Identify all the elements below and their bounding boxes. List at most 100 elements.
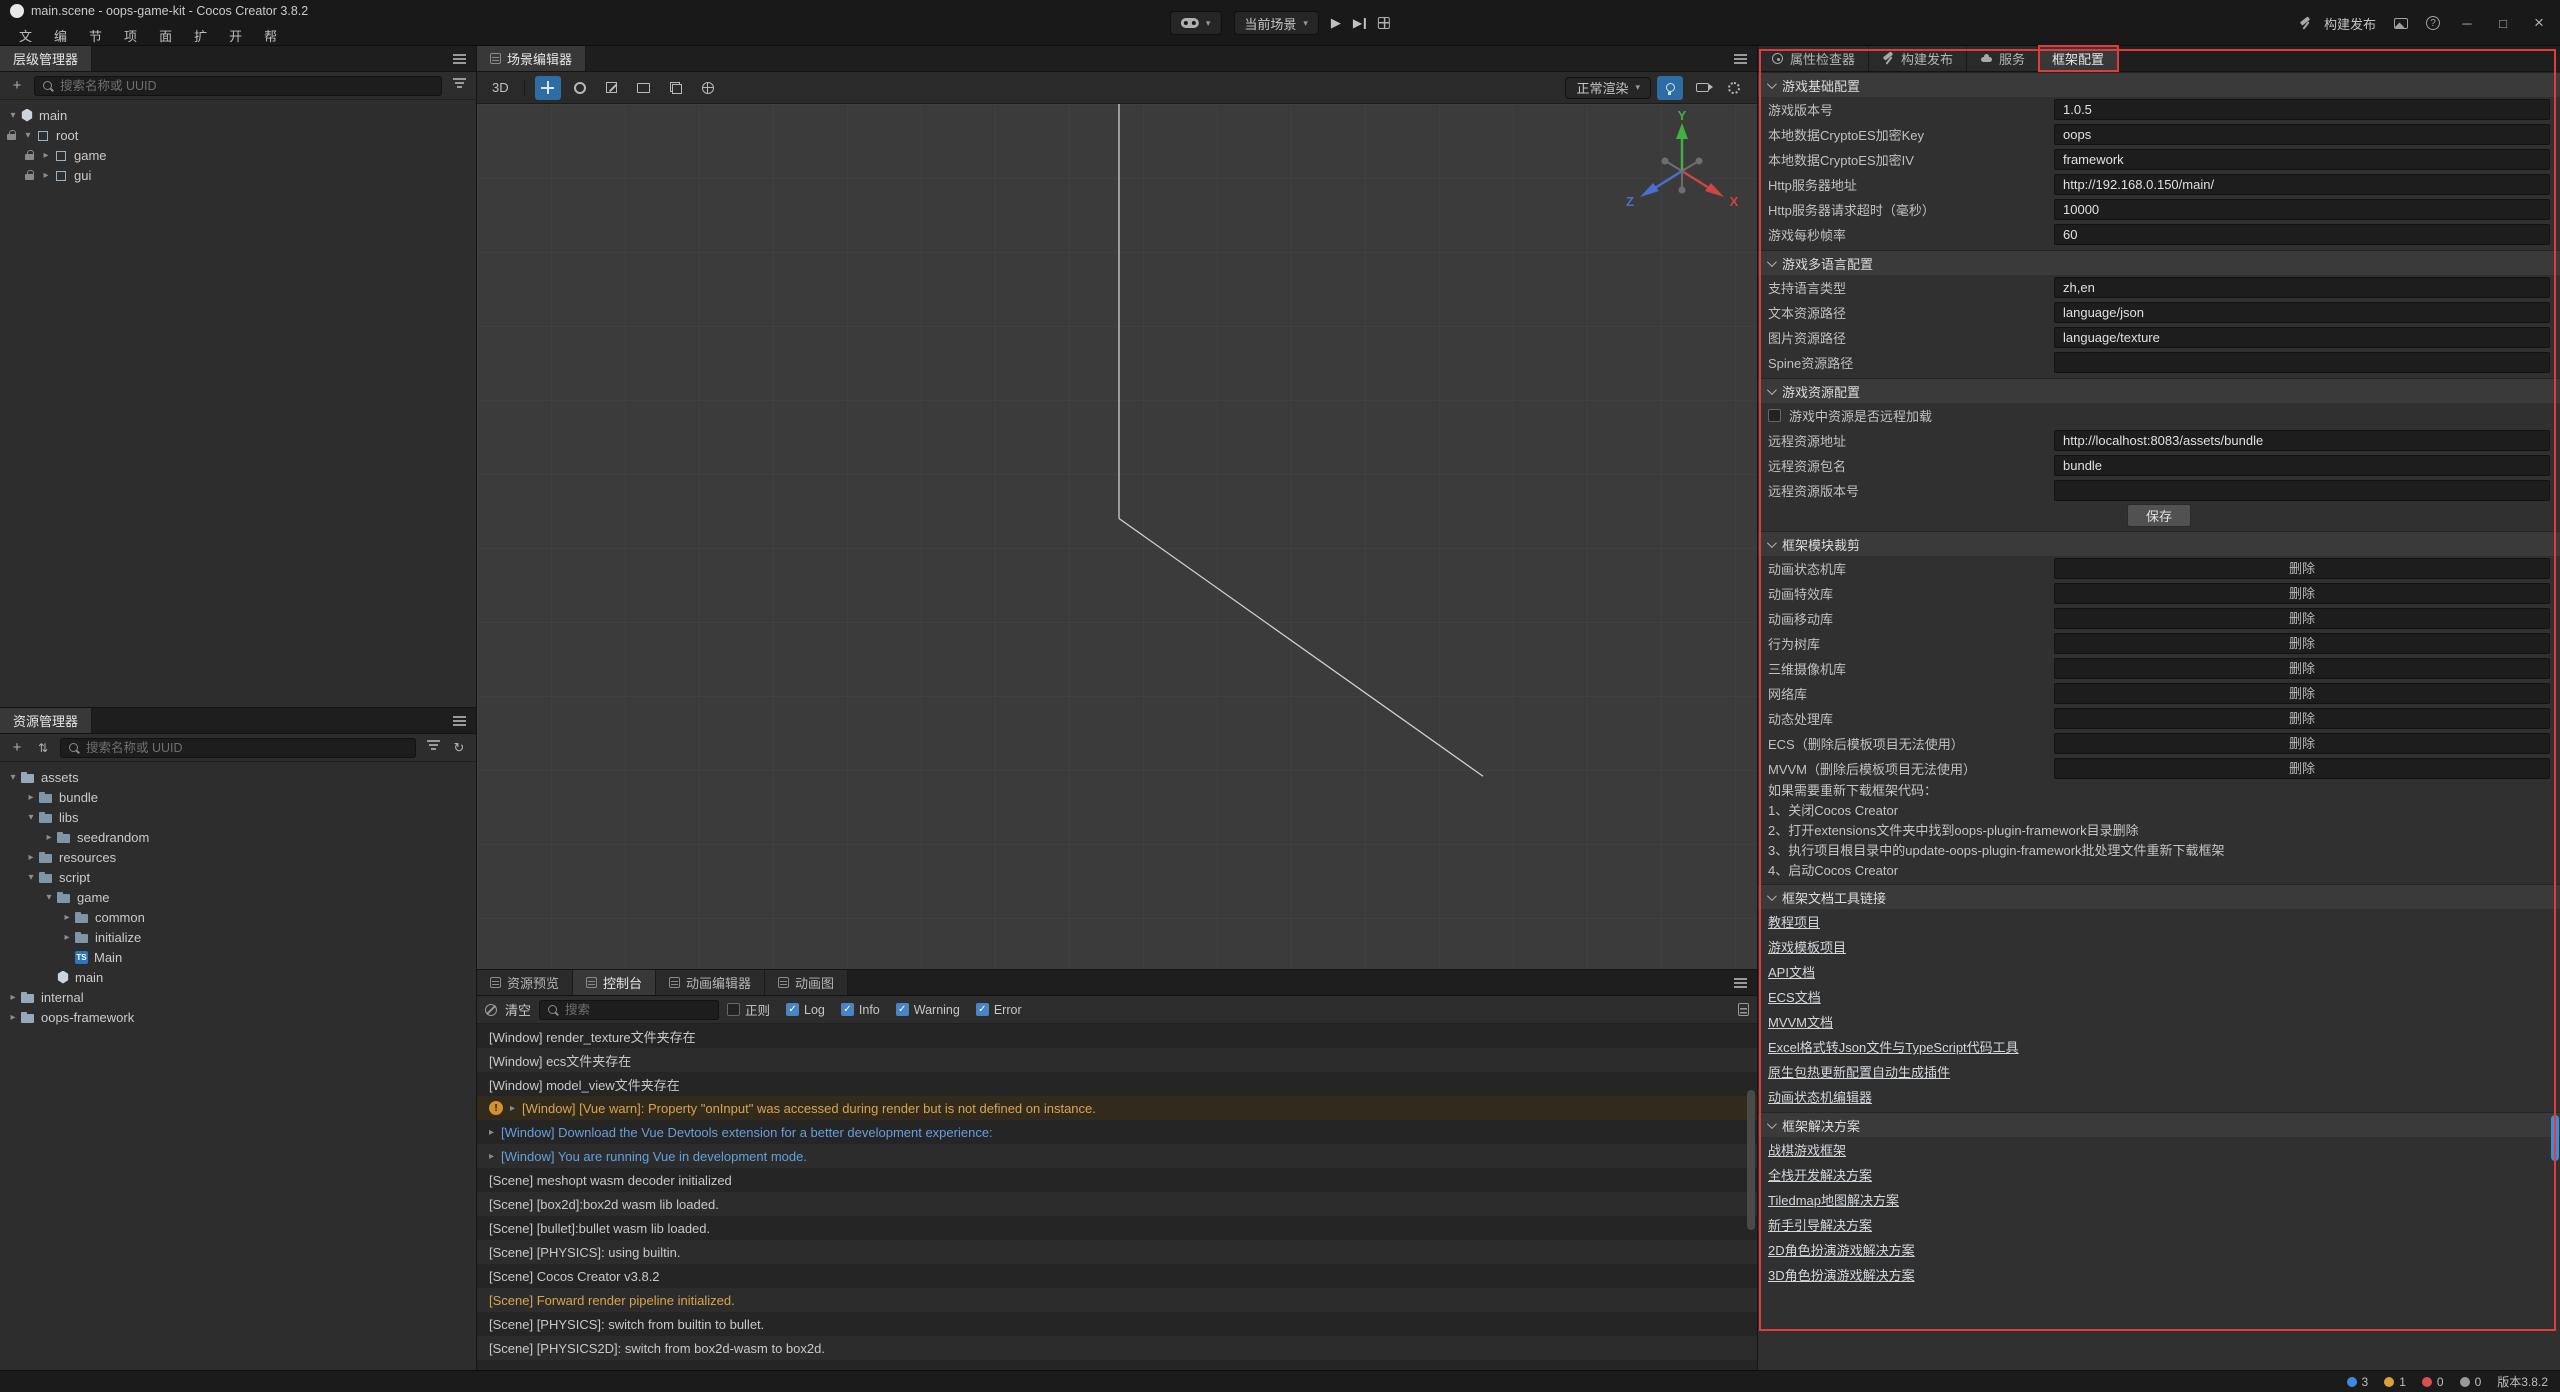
tree-row[interactable]: ▸resources <box>0 847 476 867</box>
console-scrollbar[interactable] <box>1747 1090 1755 1230</box>
log-row[interactable]: [Scene] [PHYSICS2D]: switch from box2d-w… <box>477 1336 1757 1360</box>
expand-arrow-icon[interactable]: ▸ <box>24 852 38 863</box>
console-tab[interactable]: 动画编辑器 <box>656 970 765 995</box>
property-input[interactable]: framework <box>2054 149 2550 170</box>
doc-link[interactable]: 2D角色扮演游戏解决方案 <box>1768 1240 1915 1259</box>
log-row[interactable]: [Scene] [PHYSICS]: using builtin. <box>477 1240 1757 1264</box>
inspector-tab[interactable]: 服务 <box>1967 46 2039 71</box>
property-input[interactable]: oops <box>2054 124 2550 145</box>
warning-count[interactable]: 1 <box>2384 1375 2406 1389</box>
log-row[interactable]: !▸[Window] [Vue warn]: Property "onInput… <box>477 1096 1757 1120</box>
scale-tool-button[interactable] <box>599 76 625 100</box>
current-scene-select[interactable]: 当前场景 <box>1233 11 1319 35</box>
doc-link[interactable]: 战棋游戏框架 <box>1768 1140 1846 1159</box>
delete-module-button[interactable]: 删除 <box>2054 658 2550 679</box>
refresh-assets-icon[interactable] <box>450 739 468 757</box>
log-row[interactable]: ▸[Window] Download the Vue Devtools exte… <box>477 1120 1757 1144</box>
doc-link[interactable]: 游戏模板项目 <box>1768 937 1846 956</box>
hierarchy-menu-icon[interactable] <box>453 53 466 64</box>
console-tab[interactable]: 资源预览 <box>477 970 573 995</box>
filter-checkbox[interactable] <box>727 1003 740 1016</box>
tree-row[interactable]: ▸game <box>0 145 476 165</box>
property-input[interactable]: http://localhost:8083/assets/bundle <box>2054 430 2550 451</box>
tree-row[interactable]: main <box>0 967 476 987</box>
section-header[interactable]: 框架解决方案 <box>1758 1112 2560 1137</box>
minimize-button[interactable] <box>2458 16 2476 31</box>
collapse-arrow-icon[interactable]: ▾ <box>6 772 20 783</box>
doc-link[interactable]: ECS文档 <box>1768 987 1821 1006</box>
assets-menu-icon[interactable] <box>453 715 466 726</box>
doc-link[interactable]: Tiledmap地图解决方案 <box>1768 1190 1899 1209</box>
doc-link[interactable]: 教程项目 <box>1768 912 1820 931</box>
scene-camera-button[interactable] <box>1689 76 1715 100</box>
expand-log-icon[interactable]: ▸ <box>489 1127 494 1138</box>
log-row[interactable]: [Scene] meshopt wasm decoder initialized <box>477 1168 1757 1192</box>
filter-checkbox[interactable]: ✓ <box>976 1003 989 1016</box>
property-input[interactable]: 1.0.5 <box>2054 99 2550 120</box>
collapse-arrow-icon[interactable]: ▾ <box>42 892 56 903</box>
console-menu-icon[interactable] <box>1734 977 1747 988</box>
property-input[interactable] <box>2054 352 2550 373</box>
property-input[interactable] <box>2054 480 2550 501</box>
assets-search[interactable] <box>60 738 416 758</box>
tree-row[interactable]: ▸gui <box>0 165 476 185</box>
property-input[interactable]: language/json <box>2054 302 2550 323</box>
rotate-tool-button[interactable] <box>567 76 593 100</box>
console-filter[interactable]: ✓Error <box>976 1003 1022 1017</box>
section-header[interactable]: 游戏多语言配置 <box>1758 250 2560 275</box>
log-row[interactable]: [Window] render_texture文件夹存在 <box>477 1024 1757 1048</box>
inspector-tab[interactable]: 构建发布 <box>1869 46 1967 71</box>
property-input[interactable]: zh,en <box>2054 277 2550 298</box>
log-row[interactable]: [Scene] Forward render pipeline initiali… <box>477 1288 1757 1312</box>
collapse-arrow-icon[interactable]: ▾ <box>24 812 38 823</box>
render-mode-select[interactable]: 正常渲染 <box>1565 77 1651 99</box>
doc-link[interactable]: 全栈开发解决方案 <box>1768 1165 1872 1184</box>
expand-arrow-icon[interactable]: ▸ <box>42 832 56 843</box>
multi-select-tool-button[interactable] <box>663 76 689 100</box>
log-row[interactable]: [Scene] [PHYSICS]: switch from builtin t… <box>477 1312 1757 1336</box>
inspector-scrollbar[interactable] <box>2551 1115 2559 1161</box>
filter-checkbox[interactable]: ✓ <box>841 1003 854 1016</box>
axis-z-label[interactable]: Z <box>1626 194 1634 209</box>
tree-row[interactable]: ▸oops-framework <box>0 1007 476 1027</box>
doc-link[interactable]: 原生包热更新配置自动生成插件 <box>1768 1062 1950 1081</box>
axis-x-label[interactable]: X <box>1730 194 1739 209</box>
console-search[interactable] <box>539 1000 719 1020</box>
section-header[interactable]: 框架模块裁剪 <box>1758 531 2560 556</box>
log-row[interactable]: [Scene] [box2d]:box2d wasm lib loaded. <box>477 1192 1757 1216</box>
assets-search-input[interactable] <box>86 741 408 755</box>
doc-link[interactable]: Excel格式转Json文件与TypeScript代码工具 <box>1768 1037 2019 1056</box>
tree-row[interactable]: ▾assets <box>0 767 476 787</box>
maximize-button[interactable] <box>2494 16 2512 31</box>
scene-viewport[interactable]: Y X Z <box>477 104 1757 969</box>
screenshot-icon[interactable] <box>2394 18 2408 29</box>
section-header[interactable]: 框架文档工具链接 <box>1758 884 2560 909</box>
delete-module-button[interactable]: 删除 <box>2054 633 2550 654</box>
collapse-arrow-icon[interactable]: ▾ <box>6 110 20 121</box>
expand-arrow-icon[interactable]: ▸ <box>6 992 20 1003</box>
tree-row[interactable]: ▾main <box>0 105 476 125</box>
delete-module-button[interactable]: 删除 <box>2054 608 2550 629</box>
clear-console-label[interactable]: 清空 <box>505 1000 531 1019</box>
create-node-button[interactable] <box>8 77 26 95</box>
expand-arrow-icon[interactable]: ▸ <box>6 1012 20 1023</box>
help-icon[interactable] <box>2426 16 2440 30</box>
filter-checkbox[interactable]: ✓ <box>896 1003 909 1016</box>
tree-row[interactable]: ▾libs <box>0 807 476 827</box>
orientation-gizmo[interactable]: Y X Z <box>1612 111 1752 231</box>
console-search-input[interactable] <box>565 1003 711 1017</box>
property-input[interactable]: http://192.168.0.150/main/ <box>2054 174 2550 195</box>
tree-row[interactable]: ▾game <box>0 887 476 907</box>
tree-row[interactable]: ▸seedrandom <box>0 827 476 847</box>
doc-link[interactable]: 3D角色扮演游戏解决方案 <box>1768 1265 1915 1284</box>
inspector-tab[interactable]: 框架配置 <box>2039 46 2118 71</box>
preview-device-select[interactable] <box>1170 11 1222 35</box>
assets-tab[interactable]: 资源管理器 <box>0 708 92 733</box>
doc-link[interactable]: 新手引导解决方案 <box>1768 1215 1872 1234</box>
rect-tool-button[interactable] <box>631 76 657 100</box>
expand-log-icon[interactable]: ▸ <box>510 1103 515 1114</box>
log-row[interactable]: [Scene] [bullet]:bullet wasm lib loaded. <box>477 1216 1757 1240</box>
lock-icon[interactable] <box>6 129 19 141</box>
play-button[interactable] <box>1331 15 1341 31</box>
expand-arrow-icon[interactable]: ▸ <box>24 792 38 803</box>
